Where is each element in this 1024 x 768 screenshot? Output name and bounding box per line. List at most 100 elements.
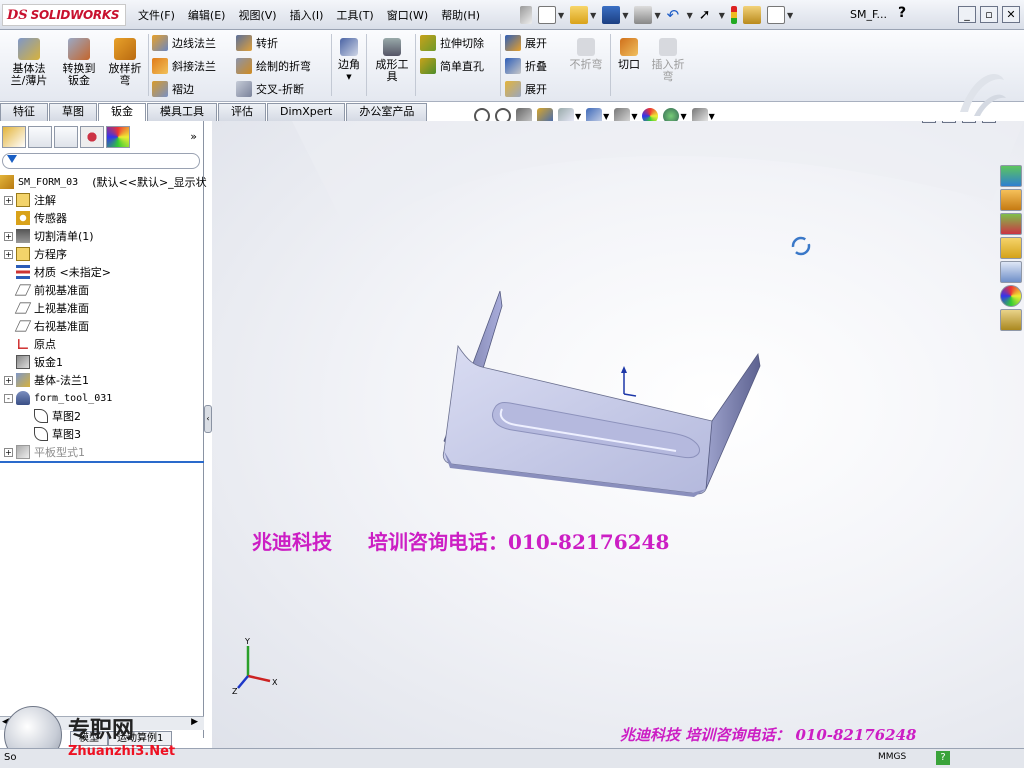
- origin-icon: [18, 339, 28, 349]
- base-flange-button[interactable]: 基体法 兰/薄片: [6, 38, 52, 87]
- dimxpert-manager-tab-icon[interactable]: [80, 126, 104, 148]
- help-icon[interactable]: ?: [898, 5, 906, 21]
- no-bends-button[interactable]: 不折弯: [566, 38, 606, 71]
- fold-button[interactable]: 折叠: [505, 58, 547, 74]
- cascade-icon[interactable]: ▯: [942, 121, 956, 123]
- file-explorer-icon[interactable]: [1000, 237, 1022, 259]
- new-document-icon[interactable]: [538, 6, 556, 24]
- property-manager-tab-icon[interactable]: [28, 126, 52, 148]
- view-palette-icon[interactable]: [1000, 261, 1022, 283]
- rotate-view-icon[interactable]: [791, 236, 811, 256]
- rollback-bar[interactable]: [0, 461, 204, 463]
- appearances-icon[interactable]: [1000, 285, 1022, 307]
- hem-button[interactable]: 褶边: [152, 81, 194, 97]
- minimize-icon[interactable]: _: [958, 6, 976, 23]
- flatten-button[interactable]: 展开: [505, 81, 547, 97]
- corner-icon: [340, 38, 358, 56]
- quick-tips-help-icon[interactable]: ?: [936, 751, 950, 765]
- configuration-manager-tab-icon[interactable]: [54, 126, 78, 148]
- restore-icon[interactable]: ▫: [980, 6, 998, 23]
- menu-window[interactable]: 窗口(W): [387, 7, 428, 23]
- display-manager-tab-icon[interactable]: [106, 126, 130, 148]
- tree-item-form-tool[interactable]: - form_tool_031: [0, 389, 204, 407]
- cross-break-icon: [236, 81, 252, 97]
- tab-sheet-metal[interactable]: 钣金: [98, 103, 146, 121]
- tab-dimxpert[interactable]: DimXpert: [267, 103, 346, 121]
- tree-item-flat-pattern[interactable]: + 平板型式1: [0, 443, 204, 461]
- edge-flange-button[interactable]: 边线法兰: [152, 35, 216, 51]
- select-cursor-icon[interactable]: ➚: [699, 6, 717, 24]
- home-icon[interactable]: [1000, 189, 1022, 211]
- sketched-bend-button[interactable]: 绘制的折弯: [236, 58, 311, 74]
- rip-button[interactable]: 切口: [614, 38, 644, 71]
- options-icon[interactable]: [766, 6, 785, 24]
- menu-file[interactable]: 文件(F): [138, 7, 175, 23]
- tree-item-sheet-metal[interactable]: 钣金1: [0, 353, 204, 371]
- tab-features[interactable]: 特征: [0, 103, 48, 121]
- tree-item-origin[interactable]: 原点: [0, 335, 204, 353]
- menu-insert[interactable]: 插入(I): [290, 7, 324, 23]
- close-icon[interactable]: ✕: [1002, 6, 1020, 23]
- save-icon[interactable]: [602, 6, 621, 24]
- extruded-cut-button[interactable]: 拉伸切除: [420, 35, 484, 51]
- tree-item-top-plane[interactable]: 上视基准面: [0, 299, 204, 317]
- tab-evaluate[interactable]: 评估: [218, 103, 266, 121]
- file-properties-icon[interactable]: [742, 6, 761, 24]
- tree-item-base-flange[interactable]: + 基体-法兰1: [0, 371, 204, 389]
- rebuild-traffic-light-icon[interactable]: [730, 6, 737, 24]
- filter-funnel-icon: [7, 155, 17, 163]
- design-library-icon[interactable]: [1000, 213, 1022, 235]
- quick-access-toolbar: ▼ ▼ ▼ ▼ ↶ ▼ ➚ ▼ ▼: [520, 4, 793, 26]
- menu-edit[interactable]: 编辑(E): [188, 7, 226, 23]
- feature-filter-input[interactable]: [2, 153, 200, 169]
- miter-flange-button[interactable]: 斜接法兰: [152, 58, 216, 74]
- tree-item-sensors[interactable]: 传感器: [0, 209, 204, 227]
- tree-root[interactable]: SM_FORM_03 (默认<<默认>_显示状: [0, 173, 207, 191]
- tree-item-material[interactable]: 材质 <未指定>: [0, 263, 204, 281]
- solidworks-resources-icon[interactable]: [1000, 165, 1022, 187]
- undo-icon[interactable]: ↶: [667, 6, 685, 24]
- base-flange-icon: [18, 38, 40, 60]
- menu-view[interactable]: 视图(V): [238, 7, 276, 23]
- tab-office-products[interactable]: 办公室产品: [346, 103, 428, 121]
- background-swoosh: [292, 121, 1024, 241]
- insert-bends-button[interactable]: 插入折 弯: [646, 38, 690, 83]
- menu-help[interactable]: 帮助(H): [441, 7, 480, 23]
- tree-item-annotations[interactable]: + 注解: [0, 191, 204, 209]
- pin-icon[interactable]: [520, 6, 532, 24]
- panel-splitter-handle[interactable]: ‹: [204, 405, 212, 433]
- scroll-right-icon[interactable]: ▶: [191, 717, 198, 727]
- cross-break-button[interactable]: 交叉-折断: [236, 81, 304, 97]
- feature-manager-tab-icon[interactable]: [2, 126, 26, 148]
- tree-item-sketch3[interactable]: 草图3: [0, 425, 204, 443]
- hem-icon: [152, 81, 168, 97]
- graphics-area[interactable]: ▯ ▯ _ ▫ ✕: [212, 121, 1024, 748]
- unit-system[interactable]: MMGS: [878, 752, 906, 762]
- lofted-bend-button[interactable]: 放样折 弯: [104, 38, 146, 87]
- print-icon[interactable]: [634, 6, 653, 24]
- tab-mold-tools[interactable]: 模具工具: [147, 103, 217, 121]
- simple-hole-button[interactable]: 简单直孔: [420, 58, 484, 74]
- tree-item-sketch2[interactable]: 草图2: [0, 407, 204, 425]
- tree-item-cut-list[interactable]: + 切割清单(1): [0, 227, 204, 245]
- tab-sketch[interactable]: 草图: [49, 103, 97, 121]
- tile-icon[interactable]: ▯: [922, 121, 936, 123]
- watermark-footer: 兆迪科技 培训咨询电话： 010-82176248: [620, 726, 917, 744]
- corner-dropdown-icon[interactable]: ▼: [334, 71, 364, 83]
- convert-to-sheetmetal-button[interactable]: 转换到 钣金: [56, 38, 102, 87]
- doc-minimize-icon[interactable]: _: [962, 121, 976, 123]
- custom-properties-icon[interactable]: [1000, 309, 1022, 331]
- tree-item-equations[interactable]: + 方程序: [0, 245, 204, 263]
- doc-restore-icon[interactable]: ▫: [982, 121, 996, 123]
- menu-tools[interactable]: 工具(T): [336, 7, 373, 23]
- unfold-button[interactable]: 展开: [505, 35, 547, 51]
- open-folder-icon[interactable]: [570, 6, 589, 24]
- tree-item-right-plane[interactable]: 右视基准面: [0, 317, 204, 335]
- jog-button[interactable]: 转折: [236, 35, 278, 51]
- solidworks-logo[interactable]: DS SOLIDWORKS: [2, 4, 126, 26]
- expand-panel-icon[interactable]: »: [190, 130, 197, 143]
- tree-item-front-plane[interactable]: 前视基准面: [0, 281, 204, 299]
- corner-button[interactable]: 边角 ▼: [334, 38, 364, 83]
- forming-tool-button[interactable]: 成形工 具: [370, 38, 414, 83]
- doc-close-icon[interactable]: ✕: [1002, 121, 1016, 123]
